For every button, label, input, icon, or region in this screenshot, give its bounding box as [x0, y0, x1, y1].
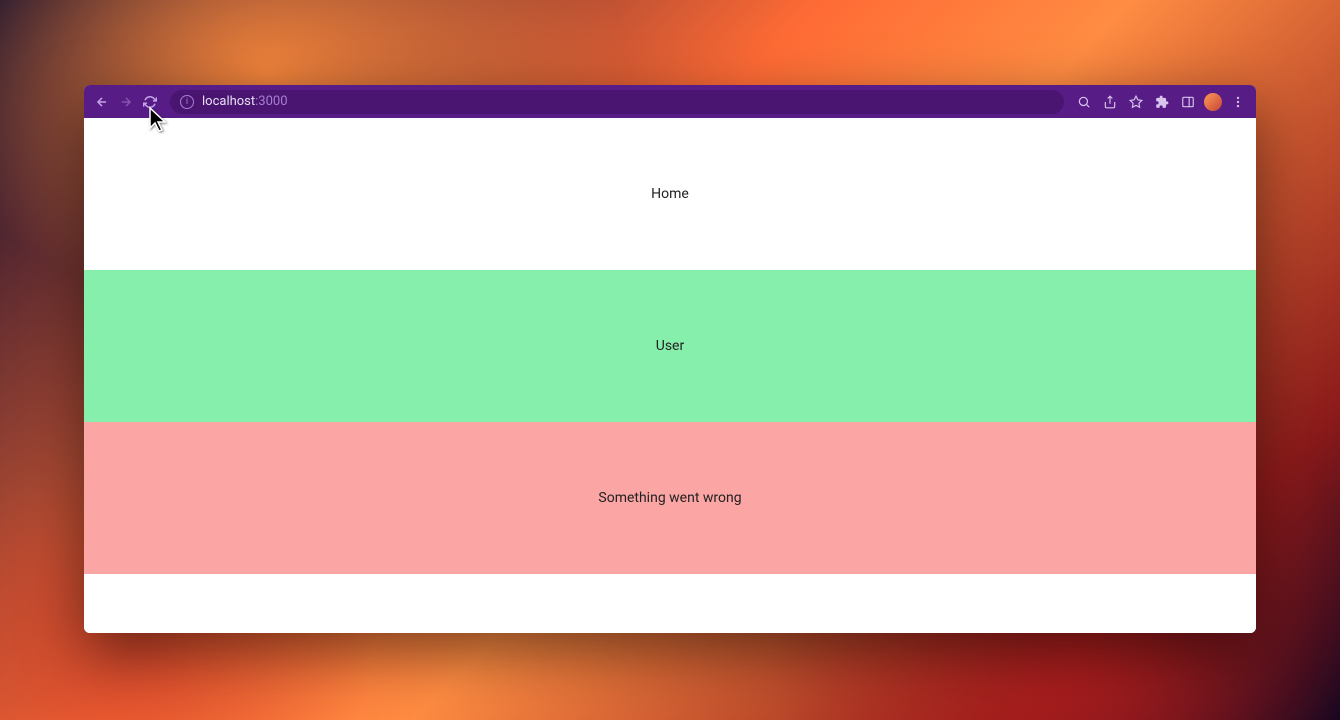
user-section: User [84, 270, 1256, 422]
address-bar[interactable]: i localhost:3000 [170, 90, 1064, 114]
menu-icon[interactable] [1228, 92, 1248, 112]
error-section-label: Something went wrong [598, 490, 741, 506]
forward-button[interactable] [116, 92, 136, 112]
url-text: localhost:3000 [202, 94, 288, 109]
browser-window: i localhost:3000 [84, 85, 1256, 633]
error-section: Something went wrong [84, 422, 1256, 574]
url-port: :3000 [255, 94, 287, 109]
home-section: Home [84, 118, 1256, 270]
footer-section [84, 574, 1256, 633]
profile-avatar[interactable] [1204, 93, 1222, 111]
browser-toolbar: i localhost:3000 [84, 85, 1256, 118]
zoom-icon[interactable] [1074, 92, 1094, 112]
user-section-label: User [656, 338, 684, 354]
site-info-icon[interactable]: i [180, 95, 194, 109]
home-section-label: Home [651, 186, 689, 202]
toolbar-right [1074, 92, 1248, 112]
bookmark-icon[interactable] [1126, 92, 1146, 112]
extensions-icon[interactable] [1152, 92, 1172, 112]
share-icon[interactable] [1100, 92, 1120, 112]
sidepanel-icon[interactable] [1178, 92, 1198, 112]
mouse-cursor [148, 106, 170, 134]
back-button[interactable] [92, 92, 112, 112]
url-host: localhost [202, 94, 255, 109]
page-content: Home User Something went wrong [84, 118, 1256, 633]
